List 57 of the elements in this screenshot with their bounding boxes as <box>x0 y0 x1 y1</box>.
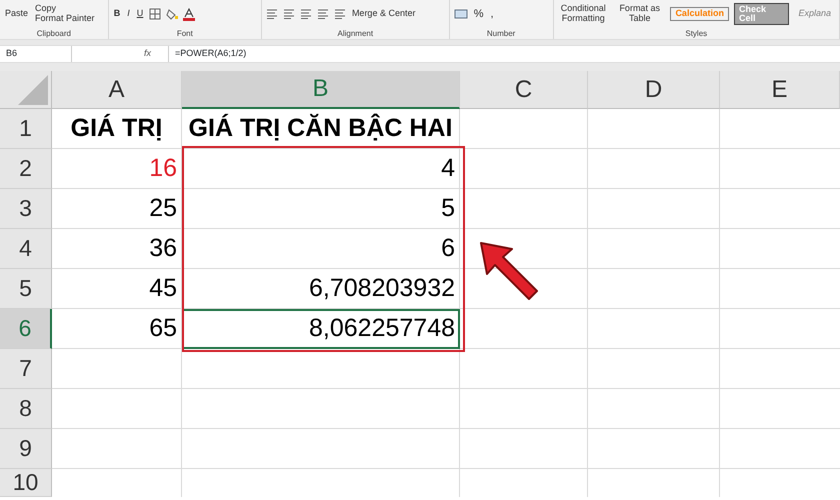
column-header[interactable]: B <box>182 71 460 109</box>
table-cell[interactable]: 25 <box>52 189 182 229</box>
column-header[interactable]: C <box>460 71 588 109</box>
row-header[interactable]: 5 <box>0 269 52 309</box>
fill-color-icon[interactable] <box>166 8 178 20</box>
row-header[interactable]: 4 <box>0 229 52 269</box>
borders-icon[interactable] <box>149 8 162 20</box>
table-cell[interactable]: 65 <box>52 309 182 349</box>
paste-button[interactable]: Paste <box>4 9 30 19</box>
table-cell[interactable]: 5 <box>182 189 460 229</box>
format-painter-button[interactable]: Format Painter <box>34 14 96 24</box>
font-color-icon[interactable] <box>183 8 196 20</box>
column-header[interactable]: A <box>52 71 182 109</box>
table-cell[interactable]: 6,708203932 <box>182 269 460 309</box>
row-header[interactable]: 7 <box>0 349 52 389</box>
row-header[interactable]: 8 <box>0 389 52 429</box>
table-cell[interactable]: 6 <box>182 229 460 269</box>
column-header[interactable]: D <box>588 71 720 109</box>
group-label: Alignment <box>336 28 374 39</box>
table-cell[interactable]: 8,062257748 <box>182 309 460 349</box>
align-icon[interactable] <box>266 9 278 19</box>
table-cell[interactable]: 36 <box>52 229 182 269</box>
font-style-button[interactable]: I <box>126 9 131 19</box>
table-cell[interactable]: 45 <box>52 269 182 309</box>
align-icon[interactable] <box>300 9 312 19</box>
row-header[interactable]: 1 <box>0 109 52 149</box>
align-icon[interactable] <box>316 9 329 19</box>
column-title[interactable]: GIÁ TRỊ <box>52 109 182 149</box>
group-label: Styles <box>684 28 708 39</box>
cell-style[interactable]: Explana <box>794 8 836 20</box>
row-header[interactable]: 3 <box>0 189 52 229</box>
name-box[interactable]: B6 <box>0 46 72 62</box>
pointer-arrow <box>480 242 538 300</box>
copy-button[interactable]: Copy <box>34 4 96 14</box>
column-title[interactable]: GIÁ TRỊ CĂN BẬC HAI <box>182 109 460 149</box>
insert-function-button[interactable]: fx <box>144 47 168 61</box>
group-label: Clipboard <box>36 28 72 39</box>
number-format-button[interactable]: % <box>472 8 484 20</box>
table-cell[interactable]: 4 <box>182 149 460 189</box>
currency-icon[interactable] <box>454 9 468 19</box>
row-header[interactable]: 10 <box>0 469 52 497</box>
align-icon[interactable] <box>334 9 346 19</box>
group-label: Font <box>176 28 194 39</box>
font-style-button[interactable]: B <box>112 9 122 19</box>
number-format-button[interactable]: , <box>489 8 495 20</box>
styles-button[interactable]: Conditional Formatting <box>558 4 609 24</box>
styles-button[interactable]: Format as Table <box>614 4 666 24</box>
row-header[interactable]: 9 <box>0 429 52 469</box>
merge-center-button[interactable]: Merge & Center <box>350 9 416 19</box>
align-icon[interactable] <box>282 9 295 19</box>
group-label: Number <box>486 28 516 39</box>
formula-field[interactable]: =POWER(A6;1/2) <box>168 46 840 62</box>
row-header[interactable]: 2 <box>0 149 52 189</box>
table-cell[interactable]: 16 <box>52 149 182 189</box>
font-style-button[interactable]: U <box>136 9 144 19</box>
row-header[interactable]: 6 <box>0 309 52 349</box>
column-header[interactable]: E <box>720 71 840 109</box>
